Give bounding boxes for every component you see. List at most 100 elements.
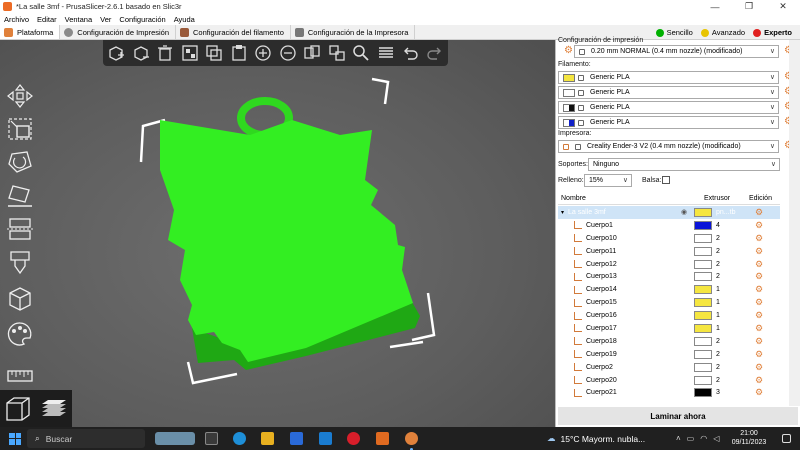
minimize-button[interactable]: — <box>698 0 732 13</box>
maximize-button[interactable]: ❐ <box>732 0 766 13</box>
part-row[interactable]: Cuerpo20 2 ⚙ <box>558 374 780 387</box>
supports-select[interactable]: Ninguno ∨ <box>588 158 780 171</box>
mail-icon[interactable] <box>319 432 332 445</box>
place-on-face-tool[interactable] <box>5 182 35 210</box>
delete-button[interactable] <box>130 41 153 65</box>
split-parts-button[interactable] <box>326 41 349 65</box>
menu-ventana[interactable]: Ventana <box>65 15 93 24</box>
layer-editing-button[interactable] <box>375 41 398 65</box>
print-profile-select[interactable]: 0.20 mm NORMAL (0.4 mm nozzle) (modifica… <box>574 45 779 58</box>
edit-icon[interactable]: ⚙ <box>755 220 763 231</box>
part-extruder[interactable]: 2 <box>716 273 720 280</box>
scale-tool[interactable] <box>5 115 35 143</box>
news-widget-icon[interactable] <box>155 432 195 445</box>
part-row[interactable]: Cuerpo13 2 ⚙ <box>558 270 780 283</box>
part-extruder[interactable]: 4 <box>716 222 720 229</box>
tab-filament-settings[interactable]: Configuración del filamento <box>176 25 291 39</box>
part-extruder[interactable]: 1 <box>716 299 720 306</box>
menu-ver[interactable]: Ver <box>100 15 111 24</box>
close-button[interactable]: ✕ <box>766 0 800 13</box>
part-extruder[interactable]: 2 <box>716 248 720 255</box>
paste-button[interactable] <box>228 41 251 65</box>
monitor-icon[interactable]: ▭ <box>687 434 695 443</box>
add-button[interactable] <box>105 41 128 65</box>
cut-tool[interactable] <box>5 215 35 243</box>
search-button[interactable] <box>350 41 373 65</box>
printer-profile-select[interactable]: Creality Ender-3 V2 (0.4 mm nozzle) (mod… <box>558 140 779 153</box>
undo-button[interactable] <box>399 41 422 65</box>
brim-checkbox[interactable] <box>662 176 670 184</box>
remove-instance-button[interactable] <box>277 41 300 65</box>
menu-archivo[interactable]: Archivo <box>4 15 29 24</box>
edit-icon[interactable]: ⚙ <box>755 297 763 308</box>
copy-button[interactable] <box>203 41 226 65</box>
chevron-up-icon[interactable]: ˄ <box>676 434 681 443</box>
edit-icon[interactable]: ⚙ <box>755 207 763 218</box>
part-extruder[interactable]: 2 <box>716 364 720 371</box>
filament-select-4[interactable]: Generic PLA ∨ <box>558 116 779 129</box>
part-extruder[interactable]: 2 <box>716 377 720 384</box>
taskbar-clock[interactable]: 21:00 09/11/2023 <box>728 429 770 447</box>
weather-widget[interactable]: ☁ 15°C Mayorm. nubla... <box>547 427 645 450</box>
mmu-painting-tool[interactable] <box>5 320 35 348</box>
part-row[interactable]: Cuerpo12 2 ⚙ <box>558 258 780 271</box>
part-extruder[interactable]: 3 <box>716 389 720 396</box>
move-tool[interactable] <box>5 82 35 110</box>
edit-icon[interactable]: ⚙ <box>755 271 763 282</box>
office-app-icon[interactable] <box>376 432 389 445</box>
part-extruder[interactable]: 2 <box>716 351 720 358</box>
store-icon[interactable] <box>290 432 303 445</box>
volume-icon[interactable]: ◁ <box>713 434 719 443</box>
edit-icon[interactable]: ⚙ <box>755 259 763 270</box>
edge-browser-icon[interactable] <box>233 432 246 445</box>
eye-icon[interactable]: ◉ <box>681 208 687 216</box>
part-row[interactable]: Cuerpo1 4 ⚙ <box>558 219 780 232</box>
paint-supports-tool[interactable] <box>5 248 35 276</box>
part-extruder[interactable]: 2 <box>716 338 720 345</box>
part-extruder[interactable]: 2 <box>716 261 720 268</box>
part-extruder[interactable]: 1 <box>716 325 720 332</box>
add-instance-button[interactable] <box>252 41 275 65</box>
part-row[interactable]: Cuerpo16 1 ⚙ <box>558 309 780 322</box>
menu-editar[interactable]: Editar <box>37 15 57 24</box>
task-view-icon[interactable] <box>205 432 218 445</box>
redo-button[interactable] <box>424 41 447 65</box>
delete-all-button[interactable] <box>154 41 177 65</box>
panel-scrollbar[interactable] <box>789 40 800 406</box>
part-extruder[interactable]: 1 <box>716 312 720 319</box>
tab-plataforma[interactable]: Plataforma <box>0 25 61 39</box>
part-row[interactable]: Cuerpo19 2 ⚙ <box>558 348 780 361</box>
file-explorer-icon[interactable] <box>261 432 274 445</box>
edit-icon[interactable]: ⚙ <box>755 387 763 398</box>
mode-simple[interactable]: Sencillo <box>655 28 693 37</box>
rotate-tool[interactable] <box>5 148 35 176</box>
edit-icon[interactable]: ⚙ <box>755 310 763 321</box>
seam-painting-tool[interactable] <box>5 285 35 313</box>
split-objects-button[interactable] <box>301 41 324 65</box>
part-extruder[interactable]: 1 <box>716 286 720 293</box>
mode-advanced[interactable]: Avanzado <box>700 28 745 37</box>
part-row[interactable]: Cuerpo11 2 ⚙ <box>558 245 780 258</box>
model-keychain[interactable] <box>0 40 555 427</box>
edit-icon[interactable]: ⚙ <box>755 336 763 347</box>
edit-icon[interactable]: ⚙ <box>755 233 763 244</box>
windows-start-icon[interactable] <box>9 432 21 445</box>
slice-now-button[interactable]: Laminar ahora <box>558 407 798 425</box>
mode-expert[interactable]: Experto <box>753 28 792 37</box>
object-row[interactable]: ▾ La salle 3mf ◉ pn...tb ⚙ <box>558 206 780 219</box>
edit-icon[interactable]: ⚙ <box>755 362 763 373</box>
menu-configuracion[interactable]: Configuración <box>119 15 165 24</box>
menu-ayuda[interactable]: Ayuda <box>174 15 195 24</box>
tab-print-settings[interactable]: Configuración de Impresión <box>60 25 176 39</box>
infill-select[interactable]: 15% ∨ <box>584 174 632 187</box>
3d-view-cube-icon[interactable] <box>3 394 33 424</box>
edit-icon[interactable]: ⚙ <box>755 375 763 386</box>
taskbar-search[interactable]: ⌕ Buscar <box>27 429 145 448</box>
measure-tool[interactable] <box>5 362 35 390</box>
part-row[interactable]: Cuerpo18 2 ⚙ <box>558 335 780 348</box>
part-row[interactable]: Cuerpo21 3 ⚙ <box>558 386 780 399</box>
opera-browser-icon[interactable] <box>347 432 360 445</box>
filament-select-1[interactable]: Generic PLA ∨ <box>558 71 779 84</box>
notification-icon[interactable] <box>782 434 791 443</box>
preview-layers-icon[interactable] <box>39 394 69 424</box>
